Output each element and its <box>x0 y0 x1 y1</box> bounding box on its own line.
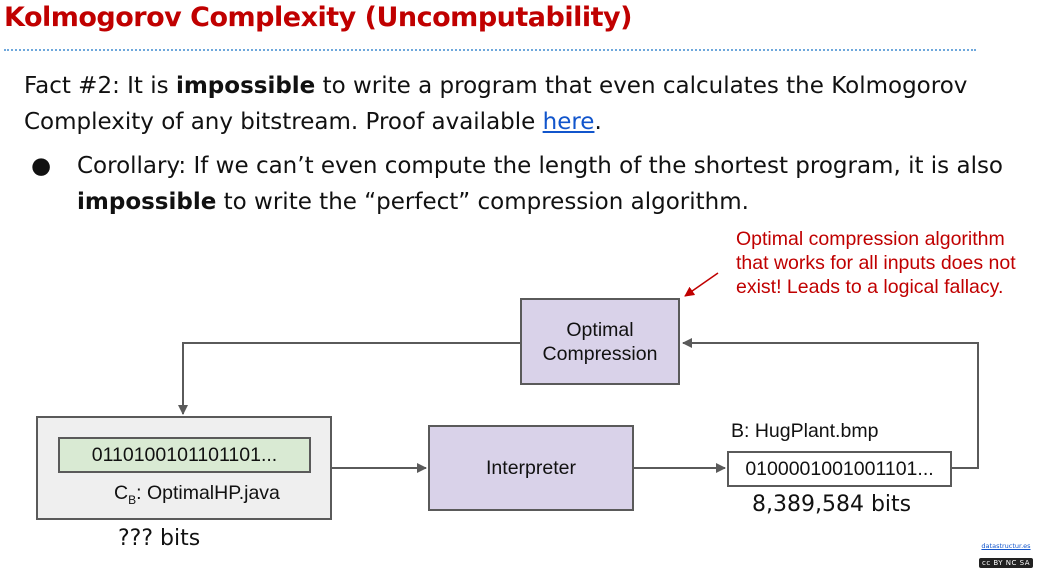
interpreter-box: Interpreter <box>428 425 634 511</box>
output-size: 8,389,584 bits <box>752 492 912 517</box>
optimal-compression-box: Optimal Compression <box>520 298 680 385</box>
output-bits-box: 0100001001001101... <box>727 451 952 487</box>
note-arrow <box>684 272 719 297</box>
program-label-sub: B <box>128 492 137 507</box>
program-label: CB: OptimalHP.java <box>114 482 280 507</box>
fallacy-note: Optimal compression algorithm that works… <box>736 228 1016 298</box>
program-label-c: C <box>114 482 129 504</box>
optimal-line-2: Compression <box>542 342 658 365</box>
license-block: datastructur.es cc BY NC SA <box>978 542 1034 569</box>
optimal-line-1: Optimal <box>566 318 634 341</box>
site-link[interactable]: datastructur.es <box>978 542 1034 550</box>
output-label: B: HugPlant.bmp <box>731 420 879 442</box>
connector-compression-to-program <box>178 342 520 415</box>
program-label-file: : OptimalHP.java <box>136 482 280 504</box>
program-size: ??? bits <box>118 526 201 551</box>
program-bits-box: 0110100101101101... <box>58 437 311 473</box>
connector-output-to-compression <box>682 338 979 469</box>
